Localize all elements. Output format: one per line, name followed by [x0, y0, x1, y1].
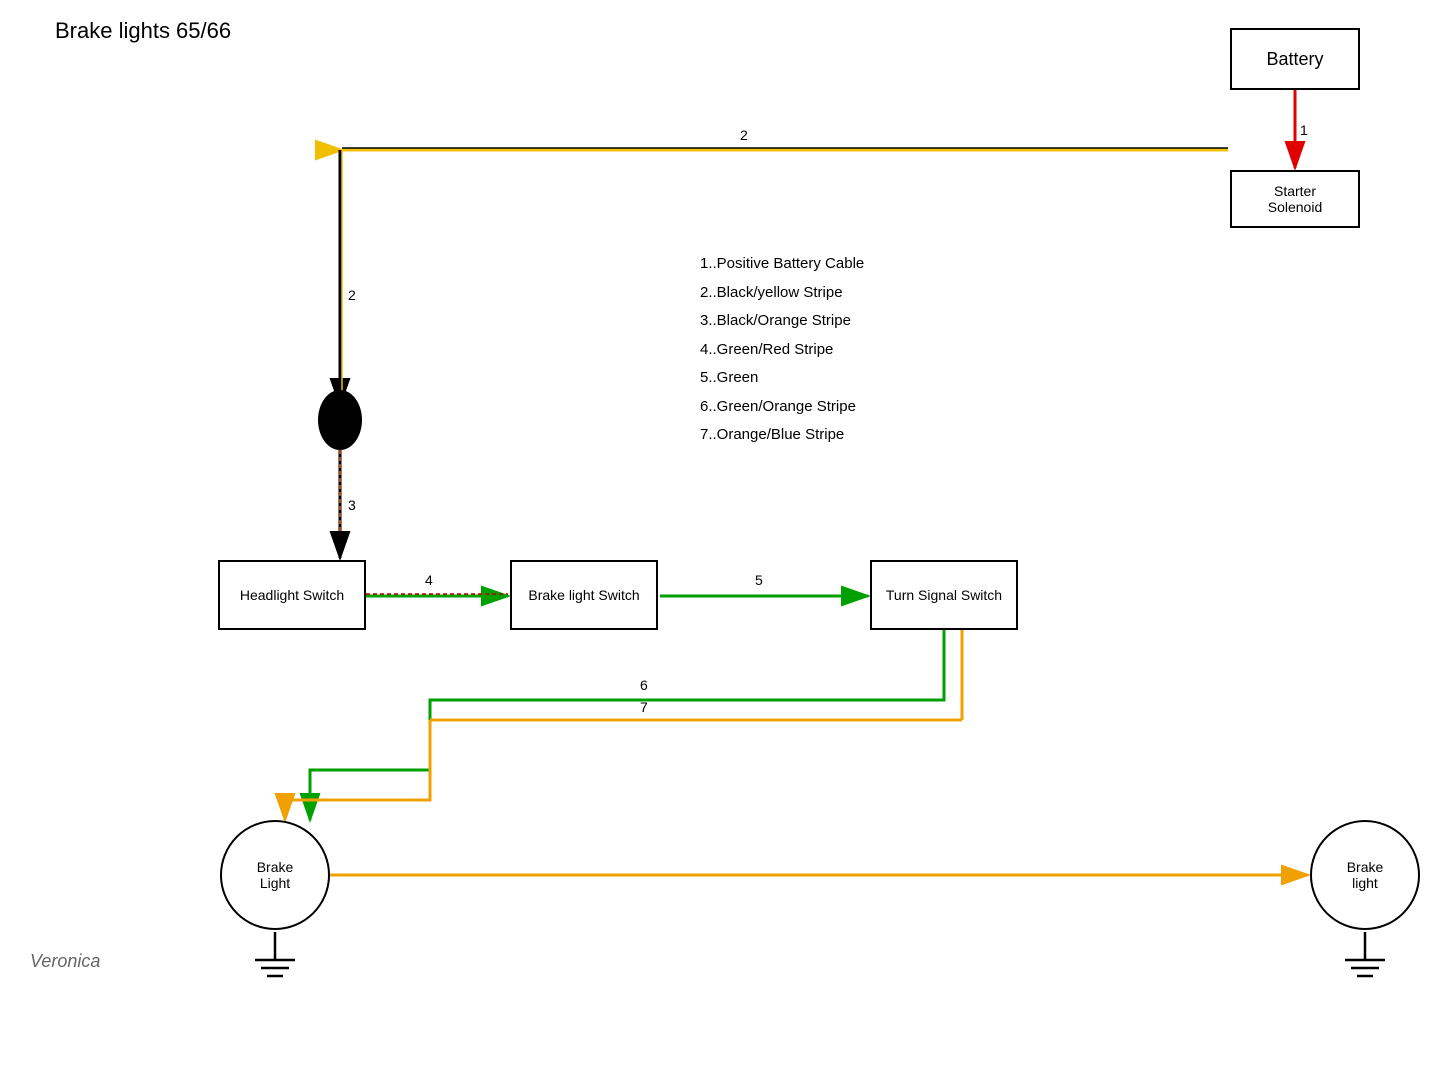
battery-box: Battery	[1230, 28, 1360, 90]
legend: 1..Positive Battery Cable 2..Black/yello…	[700, 250, 864, 450]
label-3: 3	[348, 497, 356, 513]
brake-light-left-label: BrakeLight	[257, 859, 294, 891]
starter-solenoid-box: StarterSolenoid	[1230, 170, 1360, 228]
brakelight-switch-box: Brake light Switch	[510, 560, 658, 630]
headlight-switch-box: Headlight Switch	[218, 560, 366, 630]
turn-signal-switch-box: Turn Signal Switch	[870, 560, 1018, 630]
signature: Veronica	[30, 951, 100, 972]
legend-item-2: 2..Black/yellow Stripe	[700, 279, 864, 308]
battery-label: Battery	[1266, 49, 1323, 70]
legend-item-1: 1..Positive Battery Cable	[700, 250, 864, 279]
label-4: 4	[425, 572, 433, 588]
legend-item-5: 5..Green	[700, 364, 864, 393]
wire-6-green	[310, 630, 944, 820]
starter-label: StarterSolenoid	[1268, 183, 1323, 215]
legend-item-7: 7..Orange/Blue Stripe	[700, 421, 864, 450]
brakelight-switch-label: Brake light Switch	[528, 587, 639, 603]
junction-node	[318, 390, 362, 450]
label-1: 1	[1300, 122, 1308, 138]
brake-light-right-label: Brakelight	[1347, 859, 1384, 891]
headlight-switch-label: Headlight Switch	[240, 587, 344, 603]
brake-light-right-circle: Brakelight	[1310, 820, 1420, 930]
label-5: 5	[755, 572, 763, 588]
brake-light-left-circle: BrakeLight	[220, 820, 330, 930]
turn-signal-label: Turn Signal Switch	[886, 587, 1002, 603]
legend-item-4: 4..Green/Red Stripe	[700, 336, 864, 365]
wiring-diagram: 1 2 2 3 4 5 6 7	[0, 0, 1450, 1072]
label-2-top: 2	[740, 127, 748, 143]
label-2-left: 2	[348, 287, 356, 303]
legend-item-3: 3..Black/Orange Stripe	[700, 307, 864, 336]
legend-item-6: 6..Green/Orange Stripe	[700, 393, 864, 422]
label-7: 7	[640, 699, 648, 715]
label-6: 6	[640, 677, 648, 693]
